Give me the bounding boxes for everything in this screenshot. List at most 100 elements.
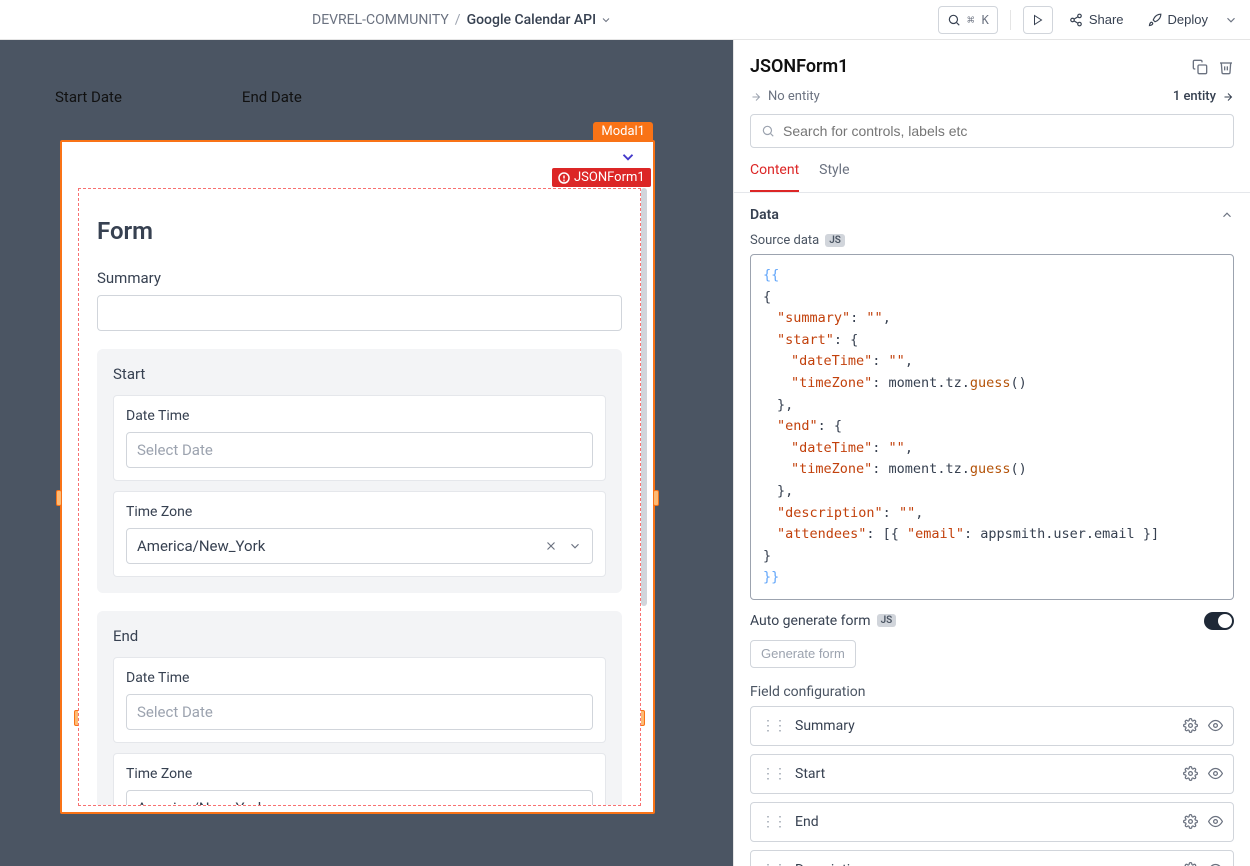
generate-form-button[interactable]: Generate form xyxy=(750,640,856,668)
js-badge[interactable]: JS xyxy=(877,614,897,627)
tab-content[interactable]: Content xyxy=(750,162,799,192)
drag-handle-icon[interactable]: ⋮⋮ xyxy=(761,766,785,782)
end-datetime-placeholder: Select Date xyxy=(137,703,213,721)
section-data-label: Data xyxy=(750,207,779,223)
deploy-label: Deploy xyxy=(1168,12,1208,27)
source-data-label-row: Source data JS xyxy=(734,233,1250,248)
start-datetime-label: Date Time xyxy=(126,408,593,424)
auto-generate-toggle[interactable] xyxy=(1204,612,1234,630)
end-datetime-input[interactable]: Select Date xyxy=(126,694,593,730)
share-label: Share xyxy=(1089,12,1124,27)
eye-icon[interactable] xyxy=(1208,766,1223,781)
field-row-label: Start xyxy=(795,766,825,782)
jsonform-tag-label: JSONForm1 xyxy=(574,170,645,185)
topbar-actions: ⌘ K Share Deploy xyxy=(938,6,1238,34)
play-icon xyxy=(1032,14,1044,26)
field-row-label: End xyxy=(795,814,819,830)
start-datetime-input[interactable]: Select Date xyxy=(126,432,593,468)
entity-count-link[interactable]: 1 entity xyxy=(1173,89,1234,104)
resize-handle-left[interactable] xyxy=(56,490,62,506)
copy-icon[interactable] xyxy=(1192,59,1208,75)
jsonform-name-tag[interactable]: JSONForm1 xyxy=(552,168,651,187)
end-datetime-card: Date Time Select Date xyxy=(113,657,606,743)
breadcrumb: DEVREL-COMMUNITY / Google Calendar API xyxy=(312,12,612,28)
share-button[interactable]: Share xyxy=(1061,6,1132,34)
field-row-label: Description xyxy=(795,862,866,866)
error-icon xyxy=(558,172,570,184)
breadcrumb-separator: / xyxy=(455,12,461,28)
entity-count-label: 1 entity xyxy=(1173,89,1216,104)
end-timezone-label: Time Zone xyxy=(126,766,593,782)
org-name[interactable]: DEVREL-COMMUNITY xyxy=(312,12,449,28)
summary-input[interactable] xyxy=(97,295,622,331)
jsonform-widget[interactable]: Form Summary Start Date Time Select Date… xyxy=(78,188,641,806)
bg-col-end-date: End Date xyxy=(242,88,302,106)
end-group-title: End xyxy=(113,627,606,645)
end-timezone-select[interactable]: America/New_York xyxy=(126,790,593,806)
field-row-summary[interactable]: ⋮⋮ Summary xyxy=(750,706,1234,746)
field-row-start[interactable]: ⋮⋮ Start xyxy=(750,754,1234,794)
end-timezone-card: Time Zone America/New_York xyxy=(113,753,606,806)
section-data[interactable]: Data xyxy=(734,193,1250,233)
auto-generate-label: Auto generate form xyxy=(750,613,871,629)
start-timezone-card: Time Zone America/New_York xyxy=(113,491,606,577)
summary-label: Summary xyxy=(97,269,622,287)
start-group-title: Start xyxy=(113,365,606,383)
start-timezone-value: America/New_York xyxy=(137,537,265,555)
gear-icon[interactable] xyxy=(1183,718,1198,733)
end-group: End Date Time Select Date Time Zone Amer… xyxy=(97,611,622,806)
topbar: DEVREL-COMMUNITY / Google Calendar API ⌘… xyxy=(0,0,1250,40)
end-datetime-label: Date Time xyxy=(126,670,593,686)
drag-handle-icon[interactable]: ⋮⋮ xyxy=(761,814,785,830)
gear-icon[interactable] xyxy=(1183,766,1198,781)
panel-title[interactable]: JSONForm1 xyxy=(750,56,848,77)
end-timezone-value: America/New_York xyxy=(137,799,265,806)
resize-handle-right[interactable] xyxy=(653,490,659,506)
canvas[interactable]: Start Date End Date Modal1 JSONForm1 For… xyxy=(0,40,733,866)
eye-icon[interactable] xyxy=(1208,814,1223,829)
panel-search-input[interactable] xyxy=(750,114,1234,148)
panel-tabs: Content Style xyxy=(734,148,1250,193)
tab-style[interactable]: Style xyxy=(819,162,849,192)
eye-icon[interactable] xyxy=(1208,862,1223,866)
drag-handle-icon[interactable]: ⋮⋮ xyxy=(761,862,785,866)
field-row-end[interactable]: ⋮⋮ End xyxy=(750,802,1234,842)
gear-icon[interactable] xyxy=(1183,862,1198,866)
no-entity-label: No entity xyxy=(768,89,820,104)
chevron-down-icon[interactable] xyxy=(619,148,637,166)
no-entity-link[interactable]: No entity xyxy=(750,89,820,104)
chevron-down-icon[interactable] xyxy=(568,539,582,553)
app-name-label: Google Calendar API xyxy=(467,12,597,28)
property-panel: JSONForm1 No entity 1 entity xyxy=(733,40,1250,866)
auto-generate-row: Auto generate form JS xyxy=(734,600,1250,634)
arrow-right-icon xyxy=(1222,91,1234,103)
close-icon[interactable] xyxy=(544,539,558,553)
chevron-down-icon[interactable] xyxy=(1224,13,1238,27)
search-icon xyxy=(761,124,775,138)
deploy-button[interactable]: Deploy xyxy=(1140,6,1216,34)
panel-search-field[interactable] xyxy=(783,123,1223,139)
drag-handle-icon[interactable]: ⋮⋮ xyxy=(761,718,785,734)
field-configuration-list: ⋮⋮ Summary ⋮⋮ Start ⋮⋮ End xyxy=(734,706,1250,866)
js-badge[interactable]: JS xyxy=(825,234,845,247)
modal-name-tag[interactable]: Modal1 xyxy=(593,122,653,141)
search-icon xyxy=(947,13,961,27)
jsonform-scrollbar[interactable] xyxy=(641,188,647,606)
share-icon xyxy=(1069,13,1083,27)
start-group: Start Date Time Select Date Time Zone Am… xyxy=(97,349,622,593)
run-button[interactable] xyxy=(1023,6,1053,34)
field-configuration-label: Field configuration xyxy=(734,678,1250,706)
source-data-editor[interactable]: {{ { "summary": "", "start": { "dateTime… xyxy=(750,254,1234,600)
search-button[interactable]: ⌘ K xyxy=(938,6,998,34)
field-row-description[interactable]: ⋮⋮ Description xyxy=(750,850,1234,866)
form-title: Form xyxy=(97,217,622,245)
chevron-down-icon xyxy=(600,14,612,26)
gear-icon[interactable] xyxy=(1183,814,1198,829)
trash-icon[interactable] xyxy=(1218,59,1234,75)
start-timezone-select[interactable]: America/New_York xyxy=(126,528,593,564)
start-datetime-card: Date Time Select Date xyxy=(113,395,606,481)
bg-col-start-date: Start Date xyxy=(55,88,122,106)
eye-icon[interactable] xyxy=(1208,718,1223,733)
app-name-dropdown[interactable]: Google Calendar API xyxy=(467,12,613,28)
chevron-up-icon xyxy=(1220,208,1234,222)
